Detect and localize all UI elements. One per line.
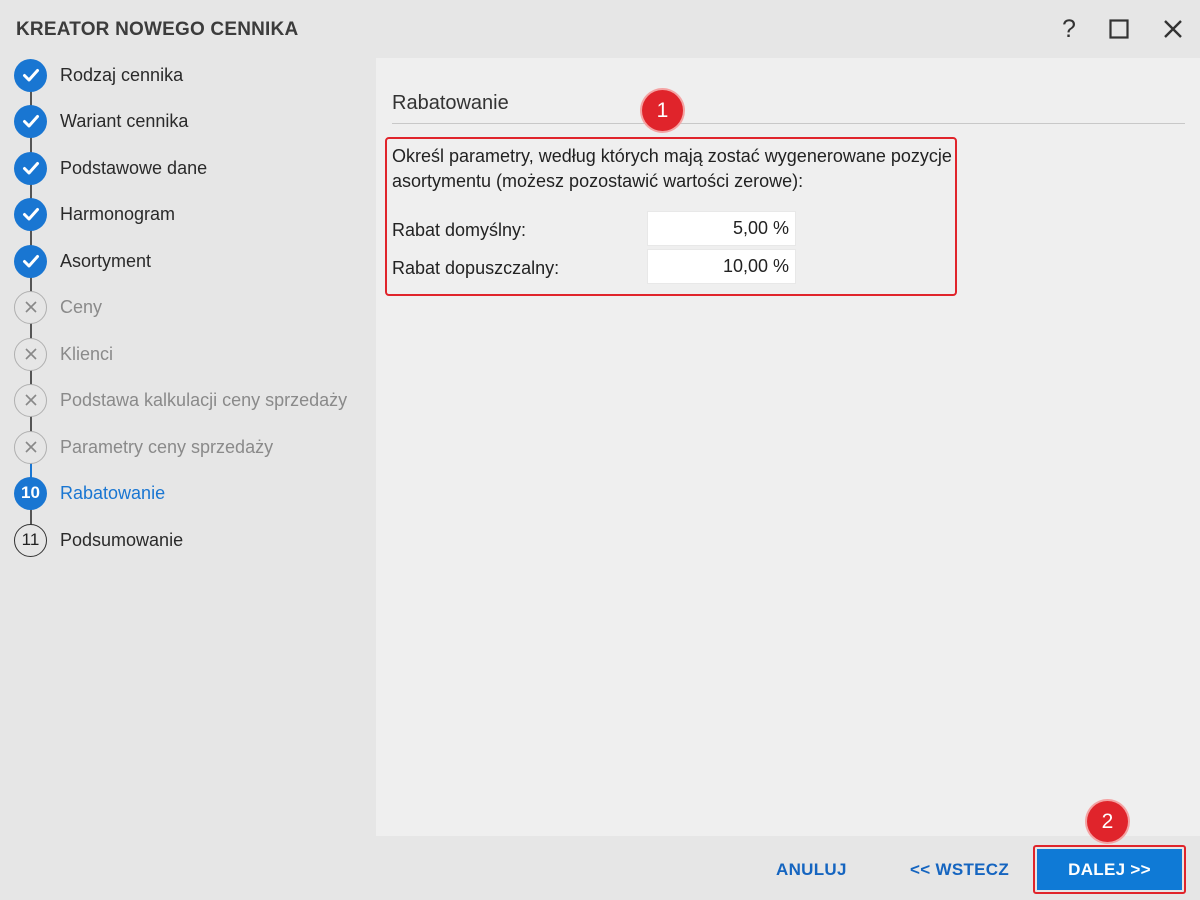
step-label: Rabatowanie <box>60 482 166 503</box>
step-label: Asortyment <box>60 250 152 271</box>
check-icon <box>14 58 47 92</box>
check-icon <box>14 151 47 185</box>
step-label: Ceny <box>60 296 103 317</box>
step-number-badge: 11 <box>14 523 47 557</box>
window-title: KREATOR NOWEGO CENNIKA <box>16 19 299 40</box>
default-discount-label: Rabat domyślny: <box>392 220 527 240</box>
step-podstawa-kalkulacji[interactable]: Podstawa kalkulacji ceny sprzedaży <box>14 383 347 417</box>
step-label: Podstawowe dane <box>60 157 208 178</box>
check-icon <box>14 197 47 231</box>
content-panel: Rabatowanie Określ parametry, według któ… <box>376 58 1200 836</box>
skipped-x-icon <box>14 337 47 371</box>
step-label: Podsumowanie <box>60 529 184 550</box>
maximize-icon <box>1109 19 1129 39</box>
instructions-text: Określ parametry, według których mają zo… <box>392 146 952 191</box>
step-parametry-ceny[interactable]: Parametry ceny sprzedaży <box>14 430 273 464</box>
maximize-button[interactable] <box>1101 12 1137 46</box>
wizard-steps: Rodzaj cennika Wariant cennika Podstawow… <box>0 58 376 578</box>
step-wariant-cennika[interactable]: Wariant cennika <box>14 104 188 138</box>
step-label: Parametry ceny sprzedaży <box>60 436 274 457</box>
allowed-discount-label: Rabat dopuszczalny: <box>392 258 560 278</box>
step-rodzaj-cennika[interactable]: Rodzaj cennika <box>14 58 183 92</box>
back-button[interactable]: << WSTECZ <box>910 860 1009 880</box>
check-icon <box>14 244 47 278</box>
skipped-x-icon <box>14 290 47 324</box>
step-podstawowe-dane[interactable]: Podstawowe dane <box>14 151 207 185</box>
check-icon <box>14 104 47 138</box>
cancel-button[interactable]: ANULUJ <box>776 860 847 880</box>
section-title: Rabatowanie <box>392 92 509 114</box>
close-icon <box>1164 20 1182 38</box>
footer-bar: ANULUJ << WSTECZ DALEJ >> <box>0 836 1200 900</box>
skipped-x-icon <box>14 383 47 417</box>
annotation-highlight-next: DALEJ >> <box>1033 845 1186 894</box>
close-button[interactable] <box>1155 12 1191 46</box>
step-klienci[interactable]: Klienci <box>14 337 113 371</box>
allowed-discount-input[interactable] <box>647 249 796 284</box>
default-discount-input[interactable] <box>647 211 796 246</box>
step-asortyment[interactable]: Asortyment <box>14 244 151 278</box>
step-harmonogram[interactable]: Harmonogram <box>14 197 175 231</box>
step-rabatowanie[interactable]: 10 Rabatowanie <box>14 476 165 510</box>
step-label: Rodzaj cennika <box>60 64 184 85</box>
section-divider <box>392 123 1185 124</box>
skipped-x-icon <box>14 430 47 464</box>
step-label: Klienci <box>60 343 114 364</box>
step-label: Podstawa kalkulacji ceny sprzedaży <box>60 389 348 410</box>
step-podsumowanie[interactable]: 11 Podsumowanie <box>14 523 183 557</box>
step-ceny[interactable]: Ceny <box>14 290 102 324</box>
step-number-badge: 10 <box>14 476 47 510</box>
next-button[interactable]: DALEJ >> <box>1037 849 1182 890</box>
step-label: Harmonogram <box>60 203 176 224</box>
annotation-badge-1: 1 <box>642 90 683 131</box>
annotation-badge-2: 2 <box>1087 801 1128 842</box>
help-button[interactable]: ? <box>1051 12 1087 46</box>
step-label: Wariant cennika <box>60 110 189 131</box>
title-bar: KREATOR NOWEGO CENNIKA ? <box>0 0 1200 58</box>
